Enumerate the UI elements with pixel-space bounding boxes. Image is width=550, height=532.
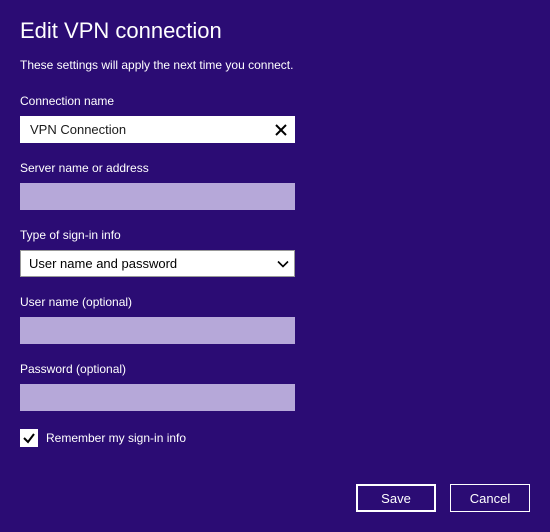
- remember-checkbox[interactable]: [20, 429, 38, 447]
- username-input[interactable]: [20, 317, 295, 344]
- username-label: User name (optional): [20, 295, 530, 309]
- remember-label: Remember my sign-in info: [46, 431, 186, 445]
- page-title: Edit VPN connection: [20, 18, 530, 44]
- checkmark-icon: [22, 431, 36, 445]
- save-button[interactable]: Save: [356, 484, 436, 512]
- password-input[interactable]: [20, 384, 295, 411]
- signin-type-value: User name and password: [29, 256, 177, 271]
- server-input[interactable]: [20, 183, 295, 210]
- connection-name-input[interactable]: [20, 116, 295, 143]
- connection-name-label: Connection name: [20, 94, 530, 108]
- page-subtitle: These settings will apply the next time …: [20, 58, 530, 72]
- clear-icon[interactable]: [269, 118, 293, 142]
- password-label: Password (optional): [20, 362, 530, 376]
- cancel-button[interactable]: Cancel: [450, 484, 530, 512]
- signin-type-select[interactable]: User name and password: [20, 250, 295, 277]
- signin-type-label: Type of sign-in info: [20, 228, 530, 242]
- server-label: Server name or address: [20, 161, 530, 175]
